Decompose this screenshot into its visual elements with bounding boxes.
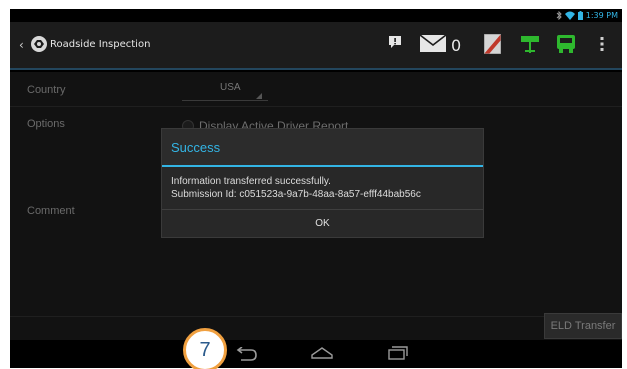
up-caret-icon[interactable]: ‹: [19, 38, 24, 52]
eld-transfer-button[interactable]: ELD Transfer: [544, 313, 622, 339]
app-logo-icon[interactable]: [30, 35, 48, 53]
dialog-title: Success: [171, 140, 221, 155]
country-label: Country: [27, 84, 66, 96]
ok-button[interactable]: OK: [162, 210, 483, 237]
wifi-icon: [564, 11, 575, 20]
navigation-bar: [10, 340, 622, 368]
bluetooth-icon: [556, 11, 562, 20]
battery-icon: [577, 11, 583, 20]
alert-icon[interactable]: [388, 35, 402, 49]
divider: [10, 106, 622, 107]
device-screen: 1:39 PM ‹ Roadside Inspection 0 Country …: [10, 9, 622, 368]
country-spinner-value[interactable]: USA: [220, 82, 241, 93]
divider: [10, 316, 622, 317]
options-label: Options: [27, 118, 65, 130]
status-icons: 1:39 PM: [556, 10, 618, 21]
flag-icon[interactable]: [484, 34, 501, 54]
spinner-underline: [182, 100, 268, 101]
spinner-arrow-icon[interactable]: [256, 93, 262, 99]
status-time: 1:39 PM: [585, 11, 618, 20]
recent-apps-icon[interactable]: [388, 346, 408, 360]
comment-label: Comment: [27, 205, 75, 217]
action-bar: ‹ Roadside Inspection 0: [10, 22, 622, 70]
success-dialog: Success Information transferred successf…: [161, 128, 484, 238]
dialog-message: Information transferred successfully. Su…: [171, 175, 421, 201]
message-count: 0: [451, 36, 462, 55]
status-bar: 1:39 PM: [10, 9, 622, 22]
mail-icon[interactable]: [420, 35, 446, 52]
dialog-message-line1: Information transferred successfully.: [171, 176, 331, 187]
app-title: Roadside Inspection: [50, 39, 151, 50]
step-number-badge: 7: [183, 328, 227, 369]
home-icon[interactable]: [311, 347, 333, 359]
overflow-menu-icon[interactable]: [600, 37, 604, 51]
highway-sign-icon[interactable]: [520, 35, 540, 53]
dialog-title-bar: Success: [162, 129, 483, 167]
back-icon[interactable]: [235, 347, 257, 361]
step-number: 7: [199, 338, 211, 361]
truck-icon[interactable]: [556, 34, 576, 54]
dialog-message-line2: Submission Id: c051523a-9a7b-48aa-8a57-e…: [171, 189, 421, 200]
